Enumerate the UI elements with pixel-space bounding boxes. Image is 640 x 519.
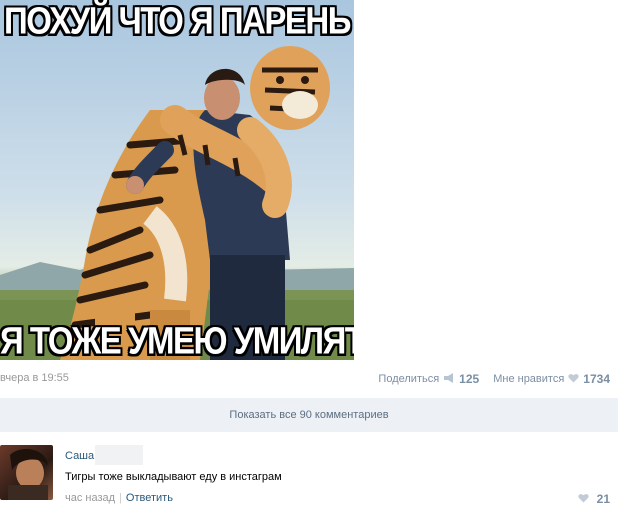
comment-like-button[interactable]: 21 xyxy=(578,492,610,506)
comment-author[interactable]: Саша xyxy=(65,450,94,462)
author-name-redaction xyxy=(95,445,143,465)
avatar[interactable] xyxy=(0,445,53,500)
share-button[interactable]: Поделиться 125 xyxy=(378,372,479,386)
comment-meta: час назад | Ответить xyxy=(65,492,173,504)
tiger-hug-illustration xyxy=(0,46,354,360)
megaphone-icon xyxy=(443,372,455,386)
heart-icon xyxy=(578,492,592,506)
share-count: 125 xyxy=(459,372,480,386)
meme-bottom-caption: Я ТОЖЕ УМЕЮ УМИЛЯТЬСЯ xyxy=(0,319,354,360)
post-timestamp[interactable]: вчера в 19:55 xyxy=(0,372,69,384)
like-label: Мне нравится xyxy=(493,373,565,385)
like-button[interactable]: Мне нравится 1734 xyxy=(493,372,610,386)
show-all-comments-button[interactable]: Показать все 90 комментариев xyxy=(0,398,618,432)
comment-like-count: 21 xyxy=(596,492,610,506)
comment-item: Саша Тигры тоже выкладывают еду в инстаг… xyxy=(0,445,618,511)
meta-divider: | xyxy=(119,492,122,504)
comment-text: Тигры тоже выкладывают еду в инстаграм xyxy=(65,471,282,483)
like-count: 1734 xyxy=(583,372,610,386)
post-actions: Поделиться 125 Мне нравится 1734 xyxy=(364,372,610,386)
meme-top-caption: ПОХУЙ ЧТО Я ПАРЕНЬ xyxy=(4,0,351,42)
share-label: Поделиться xyxy=(378,373,440,385)
heart-icon xyxy=(568,373,579,386)
comment-time[interactable]: час назад xyxy=(65,492,115,504)
post-image[interactable]: ПОХУЙ ЧТО Я ПАРЕНЬ Я ТОЖЕ УМЕЮ УМИЛЯТЬСЯ xyxy=(0,0,354,360)
reply-link[interactable]: Ответить xyxy=(126,492,173,504)
